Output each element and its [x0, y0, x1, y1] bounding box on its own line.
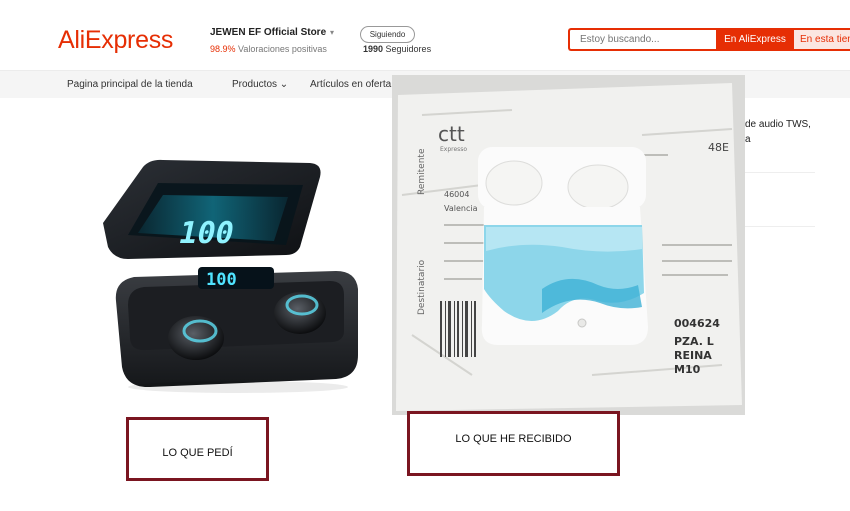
nav-store-home[interactable]: Pagina principal de la tienda [67, 79, 193, 90]
ctt-brand-text: ctt [438, 122, 465, 146]
svg-text:004624: 004624 [674, 317, 720, 330]
aliexpress-logo[interactable]: AliExpress [58, 26, 173, 55]
rating-text: Valoraciones positivas [235, 44, 327, 54]
svg-text:46004: 46004 [444, 190, 469, 199]
ordered-earbuds-image: 100 100 [103, 159, 359, 393]
svg-text:100: 100 [176, 216, 238, 251]
svg-text:100: 100 [206, 270, 237, 290]
svg-text:Expresso: Expresso [440, 146, 467, 153]
svg-text:M10: M10 [674, 363, 701, 376]
svg-text:48E: 48E [708, 141, 729, 154]
search-store-button[interactable]: En esta tienda [794, 28, 850, 51]
received-product-photo: ctt Expresso Remitente Destinatario 48E … [392, 75, 745, 415]
divider [745, 172, 815, 173]
store-name[interactable]: JEWEN EF Official Store [210, 27, 326, 38]
ordered-label: LO QUE PEDÍ [162, 447, 233, 459]
store-header: AliExpress JEWEN EF Official Store ▾ 98.… [0, 0, 850, 70]
received-earbuds-case [478, 147, 648, 345]
product-title-line-2: a [745, 134, 751, 145]
followers-count: 1990 Seguidores [363, 44, 431, 54]
svg-text:REINA: REINA [674, 349, 712, 362]
rating-value: 98.9% [210, 44, 236, 54]
follow-button[interactable]: Siguiendo [360, 26, 415, 43]
product-title-fragment: de audio TWS, a [745, 117, 811, 147]
search-aliexpress-button[interactable]: En AliExpress [716, 28, 794, 51]
followers-text: Seguidores [383, 44, 432, 54]
search-input[interactable] [568, 28, 716, 51]
chevron-down-icon[interactable]: ▾ [330, 28, 334, 37]
divider [745, 226, 815, 227]
svg-text:Destinatario: Destinatario [417, 259, 427, 315]
svg-text:Remitente: Remitente [417, 148, 427, 195]
store-rating: 98.9% Valoraciones positivas [210, 44, 327, 54]
svg-text:Valencia: Valencia [444, 204, 478, 213]
received-label: LO QUE HE RECIBIDO [455, 433, 572, 445]
received-callout: LO QUE HE RECIBIDO [407, 411, 620, 476]
followers-number: 1990 [363, 44, 384, 54]
nav-products[interactable]: Productos ⌄ [232, 79, 288, 90]
product-title-line-1: de audio TWS, [745, 119, 811, 130]
svg-text:PZA. L: PZA. L [674, 335, 714, 348]
ordered-callout: LO QUE PEDÍ [126, 417, 269, 481]
nav-offers[interactable]: Artículos en oferta [310, 79, 391, 90]
